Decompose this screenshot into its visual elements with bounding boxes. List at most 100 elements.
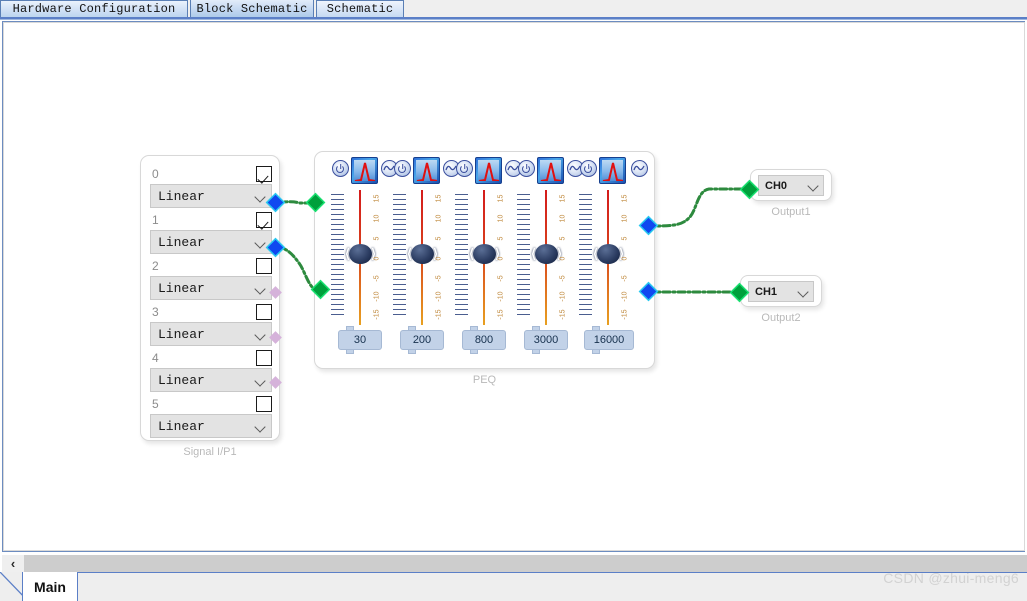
gain-tick: 0 (559, 256, 567, 261)
channel-enable-checkbox[interactable] (256, 349, 272, 366)
gain-tick: -5 (621, 275, 629, 282)
peak-filter-icon[interactable] (351, 157, 378, 184)
gain-tick: 0 (373, 256, 381, 261)
output-channel-select-1[interactable]: CH0 (758, 175, 824, 196)
band-frequency-field[interactable]: 800 (462, 326, 506, 354)
gain-tick: -15 (497, 309, 505, 320)
channel-mode-select-2[interactable]: Linear (150, 276, 272, 300)
tab-block-schematic[interactable]: Block Schematic (190, 0, 314, 17)
gain-tick: -5 (497, 275, 505, 282)
signal-input-block[interactable]: 0 Linear 1 Linear 2 Linear 3 Linear 4 Li… (140, 155, 280, 458)
gain-tick: 5 (373, 236, 381, 241)
gain-scale: 15 10 5 0 -5 -10 -15 (555, 192, 571, 322)
horizontal-scrollbar[interactable]: ‹ (2, 555, 1027, 572)
gain-tick: 0 (435, 256, 443, 261)
peak-filter-icon[interactable] (537, 157, 564, 184)
signal-channel-row-3: 3 (150, 301, 272, 322)
peq-band-3: ⟨ ⟩ 15 10 5 0 -5 -10 -15 3000 (509, 152, 584, 368)
chevron-down-icon (808, 180, 819, 191)
power-icon[interactable] (580, 160, 597, 177)
chevron-down-icon (255, 329, 266, 340)
gain-tick: 15 (435, 194, 443, 203)
schematic-canvas[interactable]: 0 Linear 1 Linear 2 Linear 3 Linear 4 Li… (3, 23, 1024, 551)
scroll-left-button[interactable]: ‹ (2, 555, 24, 572)
channel-index-label: 0 (152, 166, 159, 181)
gain-tick: 15 (621, 194, 629, 203)
tab-hardware-configuration[interactable]: Hardware Configuration (0, 0, 188, 17)
output-block-1[interactable]: CH0 Output1 (750, 169, 832, 218)
band-frequency-value: 200 (412, 334, 432, 346)
gain-tick: 15 (373, 194, 381, 203)
peq-band-2: ⟨ ⟩ 15 10 5 0 -5 -10 -15 800 (447, 152, 522, 368)
gain-tick: 5 (621, 236, 629, 241)
power-icon[interactable] (332, 160, 349, 177)
signal-block-caption: Signal I/P1 (183, 446, 237, 458)
signal-channel-list: 0 Linear 1 Linear 2 Linear 3 Linear 4 Li… (150, 163, 272, 439)
peq-block[interactable]: ⟨ ⟩ 15 10 5 0 -5 -10 -15 30 ⟨ ⟩ 15 10 5 … (314, 151, 655, 386)
gain-scale: 15 10 5 0 -5 -10 -15 (493, 192, 509, 322)
band-frequency-field[interactable]: 30 (338, 326, 382, 354)
channel-mode-value: Linear (158, 188, 205, 204)
output-block-2[interactable]: CH1 Output2 (740, 275, 822, 324)
peq-band-1: ⟨ ⟩ 15 10 5 0 -5 -10 -15 200 (385, 152, 460, 368)
gain-tick: 5 (435, 236, 443, 241)
watermark-text: CSDN @zhui-meng6 (883, 570, 1019, 586)
gain-tick: -15 (559, 309, 567, 320)
band-frequency-value: 30 (353, 334, 367, 346)
peak-filter-icon[interactable] (413, 157, 440, 184)
gain-tick: 0 (497, 256, 505, 261)
band-frequency-field[interactable]: 3000 (524, 326, 568, 354)
gain-tick: -10 (497, 291, 505, 302)
signal-channel-row-1: 1 (150, 209, 272, 230)
band-frequency-field[interactable]: 16000 (584, 326, 634, 354)
channel-enable-checkbox[interactable] (256, 303, 272, 320)
sine-icon[interactable] (631, 160, 648, 177)
channel-enable-checkbox[interactable] (256, 257, 272, 274)
power-icon[interactable] (518, 160, 535, 177)
signal-channel-row-2: 2 (150, 255, 272, 276)
bottom-tab-bar: Main (0, 572, 1027, 601)
channel-index-label: 5 (152, 396, 159, 411)
gain-tick: -5 (559, 275, 567, 282)
channel-enable-checkbox[interactable] (256, 211, 272, 228)
channel-index-label: 4 (152, 350, 159, 365)
peak-filter-icon[interactable] (475, 157, 502, 184)
power-icon[interactable] (394, 160, 411, 177)
gain-tick: 10 (373, 214, 381, 223)
output-channel-select-2[interactable]: CH1 (748, 281, 814, 302)
channel-enable-checkbox[interactable] (256, 165, 272, 182)
peak-filter-icon[interactable] (599, 157, 626, 184)
channel-mode-value: Linear (158, 418, 205, 434)
gain-tick: 10 (559, 214, 567, 223)
chevron-down-icon (255, 283, 266, 294)
channel-mode-select-4[interactable]: Linear (150, 368, 272, 392)
chevron-down-icon (255, 237, 266, 248)
gain-scale: 15 10 5 0 -5 -10 -15 (369, 192, 385, 322)
peq-band-4: ⟨ ⟩ 15 10 5 0 -5 -10 -15 16000 (571, 152, 648, 368)
channel-enable-checkbox[interactable] (256, 395, 272, 412)
channel-mode-select-3[interactable]: Linear (150, 322, 272, 346)
channel-mode-select-1[interactable]: Linear (150, 230, 272, 254)
gain-tick: 5 (497, 236, 505, 241)
tab-strip-underline-secondary (0, 19, 1027, 20)
chevron-down-icon (255, 375, 266, 386)
signal-channel-row-0: 0 (150, 163, 272, 184)
gain-tick: -10 (435, 291, 443, 302)
gain-tick: 15 (497, 194, 505, 203)
peq-block-caption: PEQ (472, 374, 497, 386)
tab-schematic[interactable]: Schematic (316, 0, 404, 17)
gain-tick: -5 (435, 275, 443, 282)
signal-channel-row-4: 4 (150, 347, 272, 368)
tab-label: Schematic (326, 2, 394, 16)
peq-band-0: ⟨ ⟩ 15 10 5 0 -5 -10 -15 30 (323, 152, 398, 368)
channel-mode-value: Linear (158, 326, 205, 342)
gain-tick: 10 (435, 214, 443, 223)
output-block-caption: Output2 (761, 312, 801, 324)
tab-label: Hardware Configuration (12, 2, 176, 16)
tab-main[interactable]: Main (22, 572, 78, 601)
channel-mode-select-5[interactable]: Linear (150, 414, 272, 438)
power-icon[interactable] (456, 160, 473, 177)
band-frequency-field[interactable]: 200 (400, 326, 444, 354)
band-frequency-value: 16000 (593, 334, 625, 346)
channel-mode-select-0[interactable]: Linear (150, 184, 272, 208)
